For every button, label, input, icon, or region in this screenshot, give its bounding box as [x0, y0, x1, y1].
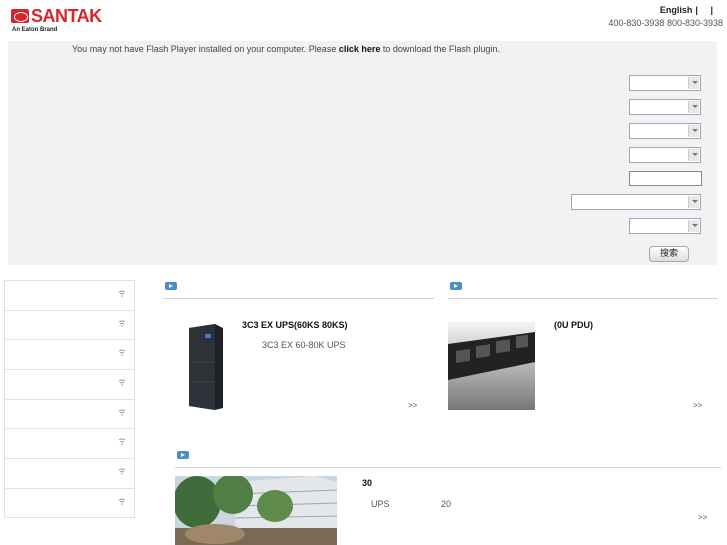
expand-arrow-icon — [118, 498, 126, 505]
santak-logo[interactable]: SANTAK An Eaton Brand — [8, 4, 116, 38]
search-select-1[interactable] — [629, 75, 701, 91]
menu-item[interactable] — [4, 280, 135, 310]
dropdown-arrow-icon[interactable] — [688, 77, 699, 89]
flash-missing-notice: You may not have Flash Player installed … — [72, 44, 500, 54]
expand-arrow-icon — [118, 379, 126, 386]
search-select-2[interactable] — [629, 99, 701, 115]
search-text-input[interactable] — [629, 171, 702, 186]
expand-arrow-icon — [118, 290, 126, 297]
menu-item[interactable] — [4, 309, 135, 340]
product-description: 3C3 EX 60-80K UPS — [262, 340, 346, 350]
english-link[interactable]: English — [660, 5, 693, 15]
brand-name: SANTAK — [31, 6, 102, 26]
expand-arrow-icon — [118, 438, 126, 446]
menu-item[interactable] — [4, 369, 135, 399]
expand-arrow-icon — [118, 409, 126, 416]
more-link[interactable]: >> — [698, 513, 707, 522]
separator: | — [695, 5, 698, 15]
section-play-icon — [450, 282, 462, 290]
menu-item[interactable] — [4, 398, 135, 429]
product-title[interactable]: (0U PDU) — [554, 320, 593, 330]
top-links: English | | — [657, 5, 713, 15]
dropdown-arrow-icon[interactable] — [688, 125, 699, 137]
search-select-5[interactable] — [571, 194, 701, 210]
pdu-image[interactable] — [448, 322, 535, 410]
dropdown-arrow-icon[interactable] — [688, 101, 699, 113]
search-select-6[interactable] — [629, 218, 701, 234]
product-description: 20 — [441, 499, 452, 509]
separator: | — [710, 5, 713, 15]
product-description: UPS — [371, 499, 390, 509]
santak-logo-mark-icon — [11, 9, 29, 23]
more-link[interactable]: >> — [693, 401, 702, 410]
search-select-4[interactable] — [629, 147, 701, 163]
dropdown-arrow-icon[interactable] — [688, 220, 699, 232]
menu-item[interactable] — [4, 428, 135, 459]
download-flash-link[interactable]: click here — [339, 44, 381, 54]
section-divider — [448, 298, 718, 299]
menu-item[interactable] — [4, 458, 135, 488]
dropdown-arrow-icon[interactable] — [688, 149, 699, 161]
section-divider — [175, 467, 721, 468]
product-title[interactable]: 30 — [362, 478, 372, 488]
expand-arrow-icon — [118, 349, 126, 357]
left-menu — [4, 280, 135, 518]
menu-item[interactable] — [4, 339, 135, 370]
ups-cabinet-image[interactable] — [163, 322, 250, 410]
expand-arrow-icon — [118, 320, 126, 327]
more-link[interactable]: >> — [408, 401, 417, 410]
menu-item[interactable] — [4, 487, 135, 518]
dropdown-arrow-icon[interactable] — [688, 196, 699, 208]
section-play-icon — [177, 451, 189, 459]
hotline-numbers: 400-830-3938 800-830-3938 — [608, 18, 723, 28]
section-play-icon — [165, 282, 177, 290]
product-title[interactable]: 3C3 EX UPS(60KS 80KS) — [242, 320, 348, 330]
brand-subtitle: An Eaton Brand — [12, 27, 58, 33]
section-divider — [163, 298, 434, 299]
flash-banner-area: You may not have Flash Player installed … — [8, 41, 717, 265]
search-button[interactable]: 搜索 — [649, 246, 689, 262]
expand-arrow-icon — [118, 468, 126, 475]
search-select-3[interactable] — [629, 123, 701, 139]
building-photo[interactable] — [175, 476, 337, 545]
